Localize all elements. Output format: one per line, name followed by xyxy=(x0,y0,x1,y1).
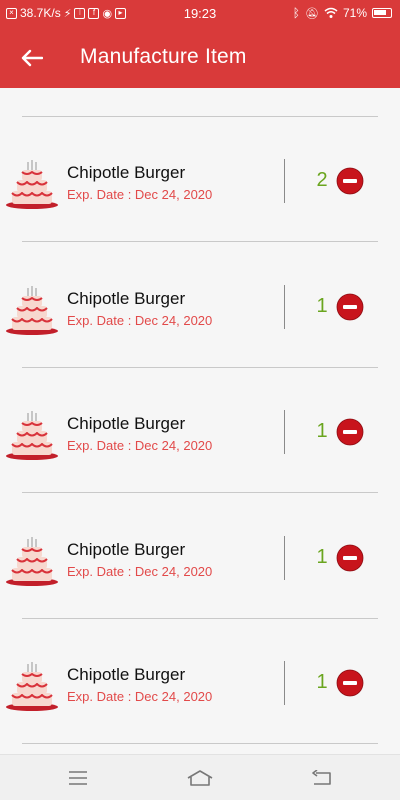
system-nav-bar xyxy=(0,754,400,800)
battery-percent: 71% xyxy=(342,6,367,20)
mute-icon: 🔕︎ xyxy=(305,7,319,20)
nav-home-button[interactable] xyxy=(180,763,220,793)
item-exp-date: Exp. Date : Dec 24, 2020 xyxy=(67,187,213,202)
item-exp-date: Exp. Date : Dec 24, 2020 xyxy=(67,689,213,704)
item-name: Chipotle Burger xyxy=(67,163,186,182)
list-item[interactable]: Chipotle Burger Exp. Date : Dec 24, 2020… xyxy=(0,117,400,242)
wifi-icon xyxy=(324,7,338,18)
status-bar: × 38.7K/s ⚡ ⁝ f ◉ ▸ 19:23 ᛒ 🔕︎ 71% xyxy=(0,0,400,28)
divider xyxy=(22,743,378,744)
list-item[interactable]: Chipotle Burger Exp. Date : Dec 24, 2020… xyxy=(0,494,400,619)
menu-icon xyxy=(69,771,87,785)
battery-icon xyxy=(372,8,392,18)
remove-button[interactable] xyxy=(336,293,364,321)
vertical-divider xyxy=(284,661,285,705)
item-name: Chipotle Burger xyxy=(67,665,186,684)
bluetooth-icon: ᛒ xyxy=(292,6,300,20)
item-quantity: 1 xyxy=(316,420,328,442)
cake-icon xyxy=(4,532,60,588)
back-button[interactable] xyxy=(12,40,52,76)
vertical-divider xyxy=(284,410,285,454)
cake-icon xyxy=(4,281,60,337)
nav-back-button[interactable] xyxy=(302,763,342,793)
page-title: Manufacture Item xyxy=(80,45,247,68)
status-right: ᛒ 🔕︎ 71% xyxy=(293,6,392,20)
item-quantity: 1 xyxy=(316,294,328,317)
vertical-divider xyxy=(284,159,285,203)
nav-menu-button[interactable] xyxy=(58,763,98,793)
remove-button[interactable] xyxy=(336,669,364,697)
list-item[interactable]: Chipotle Burger Exp. Date : Dec 24, 2020… xyxy=(0,243,400,368)
cake-icon xyxy=(4,155,60,211)
return-icon xyxy=(312,770,331,785)
home-icon xyxy=(187,770,213,786)
vertical-divider xyxy=(284,535,285,580)
cake-icon xyxy=(4,657,60,713)
item-quantity: 1 xyxy=(316,671,328,693)
remove-button[interactable] xyxy=(336,167,364,195)
item-name: Chipotle Burger xyxy=(67,539,186,559)
vertical-divider xyxy=(284,284,285,329)
item-name: Chipotle Burger xyxy=(67,288,186,308)
remove-button[interactable] xyxy=(336,544,364,572)
minus-circle-icon xyxy=(336,167,364,199)
remove-button[interactable] xyxy=(336,418,364,446)
minus-circle-icon xyxy=(336,293,364,325)
back-arrow-icon xyxy=(21,49,43,67)
item-list[interactable]: Chipotle Burger Exp. Date : Dec 24, 2020… xyxy=(0,88,400,754)
minus-circle-icon xyxy=(336,418,364,450)
list-item[interactable]: Chipotle Burger Exp. Date : Dec 24, 2020… xyxy=(0,368,400,493)
minus-circle-icon xyxy=(336,544,364,576)
item-exp-date: Exp. Date : Dec 24, 2020 xyxy=(67,312,213,328)
item-name: Chipotle Burger xyxy=(67,414,186,433)
cake-icon xyxy=(4,406,60,462)
item-exp-date: Exp. Date : Dec 24, 2020 xyxy=(67,563,213,579)
item-exp-date: Exp. Date : Dec 24, 2020 xyxy=(67,438,213,453)
item-quantity: 1 xyxy=(316,545,328,568)
item-quantity: 2 xyxy=(316,169,328,191)
minus-circle-icon xyxy=(336,669,364,701)
app-bar: Manufacture Item xyxy=(0,28,400,88)
list-item[interactable]: Chipotle Burger Exp. Date : Dec 24, 2020… xyxy=(0,619,400,744)
